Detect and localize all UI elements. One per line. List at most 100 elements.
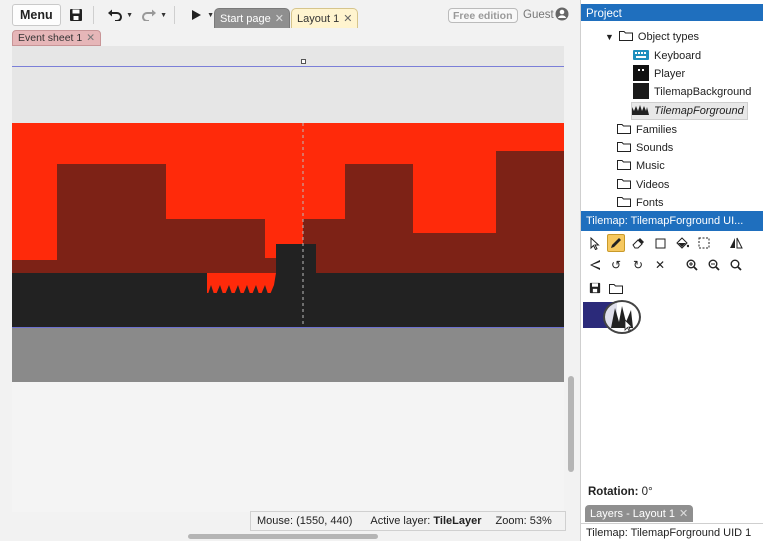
user-account-icon[interactable]	[555, 7, 569, 24]
tilemap-spikes-icon	[632, 104, 649, 118]
tab-label: Layers - Layout 1	[590, 507, 675, 520]
right-sidebar: Project ▼ Object types Keyboard Player T…	[580, 0, 763, 541]
scrollbar-thumb[interactable]	[568, 376, 574, 472]
close-icon[interactable]: ✕	[679, 507, 688, 520]
tree-item-videos[interactable]: Videos	[617, 176, 669, 194]
toolbar-divider	[173, 6, 175, 24]
zoom-reset-icon[interactable]	[727, 256, 745, 274]
status-bar: Mouse: (1550, 440) Active layer: TileLay…	[250, 511, 566, 531]
horizontal-scrollbar[interactable]	[12, 532, 564, 540]
rotate-left-icon[interactable]: ↺	[607, 256, 625, 274]
marquee-select-icon[interactable]	[695, 234, 713, 252]
folder-icon	[617, 196, 631, 207]
folder-icon	[617, 123, 631, 137]
expand-arrow-icon[interactable]: ▼	[605, 32, 614, 42]
tree-item-sounds[interactable]: Sounds	[617, 139, 673, 157]
close-icon[interactable]: ✕	[275, 12, 284, 25]
close-icon[interactable]: ✕	[86, 32, 95, 44]
pencil-tool-icon[interactable]	[607, 234, 625, 252]
tree-item-label: Object types	[637, 31, 700, 43]
tile-cursor-magnifier	[603, 300, 641, 334]
tree-item-label: Families	[636, 124, 677, 136]
resize-handle[interactable]	[301, 59, 306, 64]
mouse-position: Mouse: (1550, 440)	[257, 515, 353, 527]
tab-label: Event sheet 1	[18, 32, 83, 44]
tab-layout-1[interactable]: Layout 1 ✕	[290, 8, 359, 28]
close-icon[interactable]: ✕	[343, 12, 352, 25]
layout-margin-area	[12, 46, 564, 123]
rotation-value: 0°	[641, 486, 653, 498]
tree-item-label: Videos	[636, 179, 670, 191]
tab-layers[interactable]: Layers - Layout 1 ✕	[585, 505, 694, 522]
tree-item-object-types[interactable]: ▼ Object types	[605, 28, 699, 46]
rotation-label: Rotation:	[588, 486, 639, 498]
menu-button[interactable]: Menu	[12, 4, 61, 26]
rotation-readout: Rotation: 0°	[588, 486, 653, 498]
tab-label: Start page	[220, 12, 271, 25]
tab-start-page[interactable]: Start page ✕	[214, 8, 290, 28]
save-icon[interactable]	[65, 4, 87, 26]
tree-item-label: Player	[654, 68, 686, 80]
tree-item-label: Fonts	[636, 197, 664, 207]
ground-block	[207, 293, 277, 328]
free-edition-badge[interactable]: Free edition	[448, 8, 518, 23]
tree-item-tilemap-background[interactable]: TilemapBackground	[633, 82, 752, 102]
scrollbar-thumb[interactable]	[188, 534, 378, 539]
document-tabs: Start page ✕ Layout 1 ✕	[214, 8, 359, 28]
rectangle-tool-icon[interactable]	[651, 234, 669, 252]
eraser-tool-icon[interactable]	[629, 234, 647, 252]
layout-view[interactable]	[12, 46, 564, 512]
project-tree: ▼ Object types Keyboard Player TilemapBa…	[581, 21, 763, 207]
redo-icon[interactable]	[138, 4, 160, 26]
keyboard-icon	[633, 49, 649, 64]
tree-item-label: Sounds	[636, 142, 674, 154]
tab-label: Layout 1	[296, 12, 340, 25]
tree-item-label: TilemapBackground	[654, 86, 752, 98]
flip-vertical-icon[interactable]	[586, 256, 604, 274]
folder-icon	[617, 178, 631, 192]
zoom-in-icon[interactable]	[683, 256, 701, 274]
play-icon[interactable]	[185, 4, 207, 26]
tree-item-keyboard[interactable]: Keyboard	[633, 47, 701, 65]
open-folder-icon[interactable]	[607, 279, 625, 297]
tree-item-label: Music	[636, 160, 665, 172]
clear-icon[interactable]: ✕	[651, 256, 669, 274]
mirror-horizontal-icon[interactable]	[727, 234, 745, 252]
tree-item-player[interactable]: Player	[633, 64, 686, 84]
toolbar-divider	[92, 6, 94, 24]
tilemap-panel-header: Tilemap: TilemapForground UI...	[581, 211, 763, 231]
app-window: Menu ▼ ▼ ▼ Start page ✕ Layout 1 ✕ Free ed…	[0, 0, 763, 541]
redo-dropdown-icon[interactable]: ▼	[160, 12, 168, 19]
active-layer-value: TileLayer	[433, 515, 482, 527]
folder-icon	[617, 159, 631, 173]
folder-icon	[617, 141, 631, 155]
layout-lower-area	[12, 328, 564, 382]
save-tiles-icon[interactable]	[586, 279, 604, 297]
folder-icon	[618, 30, 633, 44]
user-name[interactable]: Guest	[523, 9, 554, 21]
tree-item-label: TilemapForground	[654, 105, 744, 117]
tree-item-music[interactable]: Music	[617, 157, 665, 175]
undo-icon[interactable]	[104, 4, 126, 26]
tilemap-scene[interactable]	[12, 123, 564, 328]
player-sprite-icon	[633, 64, 649, 84]
fill-bucket-icon[interactable]	[673, 234, 691, 252]
layout-boundary-line	[12, 66, 564, 67]
rotate-right-icon[interactable]: ↻	[629, 256, 647, 274]
tilemap-icon	[633, 82, 649, 102]
active-layer-status: Active layer: TileLayer	[370, 515, 481, 527]
selection-status: Tilemap: TilemapForground UID 1	[581, 523, 763, 541]
active-layer-label: Active layer:	[370, 515, 431, 527]
tilemap-toolbar: ↺ ↻ ✕	[581, 232, 763, 302]
tree-item-fonts[interactable]: Fonts	[617, 194, 664, 207]
tree-item-tilemap-forground[interactable]: TilemapForground	[631, 102, 748, 120]
layout-empty-area	[12, 382, 564, 512]
vertical-scrollbar[interactable]	[566, 46, 576, 512]
tree-item-label: Keyboard	[654, 50, 702, 62]
zoom-level: Zoom: 53%	[495, 515, 552, 527]
undo-dropdown-icon[interactable]: ▼	[126, 12, 134, 19]
tree-item-families[interactable]: Families	[617, 121, 677, 139]
zoom-out-icon[interactable]	[705, 256, 723, 274]
tab-event-sheet[interactable]: Event sheet 1 ✕	[12, 30, 102, 46]
select-tool-icon[interactable]	[586, 234, 604, 252]
